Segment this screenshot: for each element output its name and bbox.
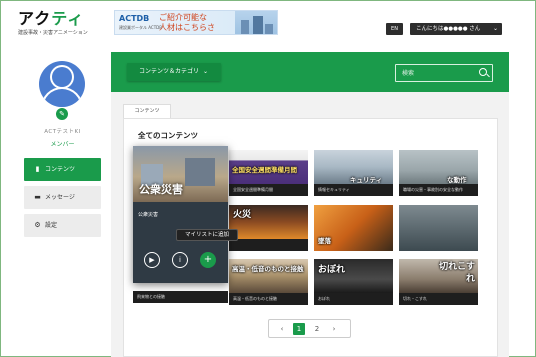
prev-page-button[interactable]: ‹ [277, 323, 287, 335]
content-thumb-safety-week[interactable]: 全国安全週間準備月間 全国安全週間準備月間 [229, 150, 308, 196]
banner-brand: ACTDB [119, 14, 150, 23]
page-1-button[interactable]: 1 [293, 323, 305, 335]
thumb-caption: 飛来物との接触 [133, 291, 228, 303]
banner-image [235, 11, 277, 34]
next-page-button[interactable]: › [329, 323, 339, 335]
sidebar-item-label: メッセージ [45, 194, 75, 201]
tooltip: マイリストに追加 [176, 229, 238, 241]
hover-card-subtitle: 公衆災害 [138, 212, 159, 218]
banner-copy: ご紹介可能な 人材はこちらさ [159, 13, 215, 33]
pencil-icon[interactable]: ✎ [56, 108, 68, 120]
thumb-title: 全国安全週間準備月間 [232, 166, 297, 174]
thumb-caption: おぼれ [314, 293, 393, 305]
sidebar-item-label: コンテンツ [45, 166, 76, 173]
thumb-caption: 切れ・こすれ [399, 293, 478, 305]
sidebar-item-settings[interactable]: ⚙ 設定 [24, 214, 101, 237]
hover-card-title: 公衆災害 [139, 183, 183, 196]
category-dropdown[interactable]: コンテンツ＆カテゴリ ⌄ [127, 63, 221, 81]
content-thumb-drowning[interactable]: おぼれ おぼれ [314, 259, 393, 305]
thumb-title: な動作 [447, 176, 467, 184]
thumb-caption [229, 239, 308, 251]
thumb-title: おぼれ [318, 265, 346, 275]
chevron-down-icon: ⌄ [203, 68, 209, 75]
add-to-list-button[interactable]: + [200, 252, 216, 268]
user-menu-button[interactable]: こんにちは●●●●● さん ⌄ [410, 23, 502, 35]
content-thumb-construction[interactable] [399, 205, 478, 251]
content-thumb-security[interactable]: キュリティ 情報セキュリティ [314, 150, 393, 196]
logo-tagline: 建設事故・災害アニメーション [18, 30, 88, 36]
category-label: コンテンツ＆カテゴリ [139, 68, 200, 75]
banner-line-2: 人材はこちらさ [159, 23, 215, 32]
thumb-caption: 情報セキュリティ [314, 184, 393, 196]
pagination: ‹ 1 2 › [268, 319, 351, 338]
sidebar-item-label: 設定 [45, 222, 58, 229]
ad-banner[interactable]: ACTDB 建設業ポータル ACTDB ご紹介可能な 人材はこちらさ [114, 10, 278, 35]
banner-brand-sub: 建設業ポータル ACTDB [119, 25, 162, 30]
info-icon[interactable]: i [172, 252, 188, 268]
thumb-caption: 高温・低音のものと接触 [229, 293, 308, 305]
content-thumb-fall[interactable]: 墜落 [314, 205, 393, 251]
search-box [395, 64, 493, 82]
content-thumb-cut-rub[interactable]: 切れこすれ 切れ・こすれ [399, 259, 478, 305]
site-logo[interactable]: アクティ 建設事故・災害アニメーション [18, 9, 88, 37]
chat-icon: ▬ [34, 193, 41, 201]
thumb-caption: 全国安全週間準備月間 [229, 184, 308, 196]
search-icon[interactable] [479, 68, 487, 76]
play-icon[interactable]: ▶ [144, 252, 160, 268]
user-name: ACTテストKI [44, 129, 81, 135]
tab-contents[interactable]: コンテンツ [123, 104, 171, 118]
section-title: 全てのコンテンツ [138, 131, 198, 140]
language-button[interactable]: EN [386, 23, 403, 35]
sidebar-item-contents[interactable]: ▮ コンテンツ [24, 158, 101, 181]
banner-line-1: ご紹介可能な [159, 13, 207, 22]
thumb-title: 高温・低音のものと接触 [232, 265, 304, 273]
book-icon: ▮ [35, 165, 40, 173]
thumb-title: 墜落 [318, 237, 331, 245]
content-thumb-high-low-temp[interactable]: 高温・低音のものと接触 高温・低音のものと接触 [229, 259, 308, 305]
avatar [39, 61, 85, 107]
user-role: メンバー [50, 141, 75, 148]
gear-icon: ⚙ [34, 221, 41, 229]
content-thumb-fire[interactable]: 火災 [229, 205, 308, 251]
sidebar-item-messages[interactable]: ▬ メッセージ [24, 186, 101, 209]
thumb-title: 切れこすれ [439, 262, 475, 284]
thumb-title: キュリティ [350, 176, 383, 184]
chevron-down-icon: ⌄ [492, 25, 498, 32]
page-2-button[interactable]: 2 [311, 323, 323, 335]
thumb-caption: 職場の災害・事故別の安全な動作 [399, 184, 478, 196]
logo-text: アク [18, 9, 52, 28]
logo-text-accent: ティ [51, 9, 85, 28]
content-toolbar: コンテンツ＆カテゴリ ⌄ [111, 52, 509, 92]
search-input[interactable] [396, 65, 474, 81]
greeting-text: こんにちは●●●●● さん [416, 26, 481, 32]
thumb-title: 火災 [233, 210, 252, 220]
content-thumb-safe-motion[interactable]: な動作 職場の災害・事故別の安全な動作 [399, 150, 478, 196]
